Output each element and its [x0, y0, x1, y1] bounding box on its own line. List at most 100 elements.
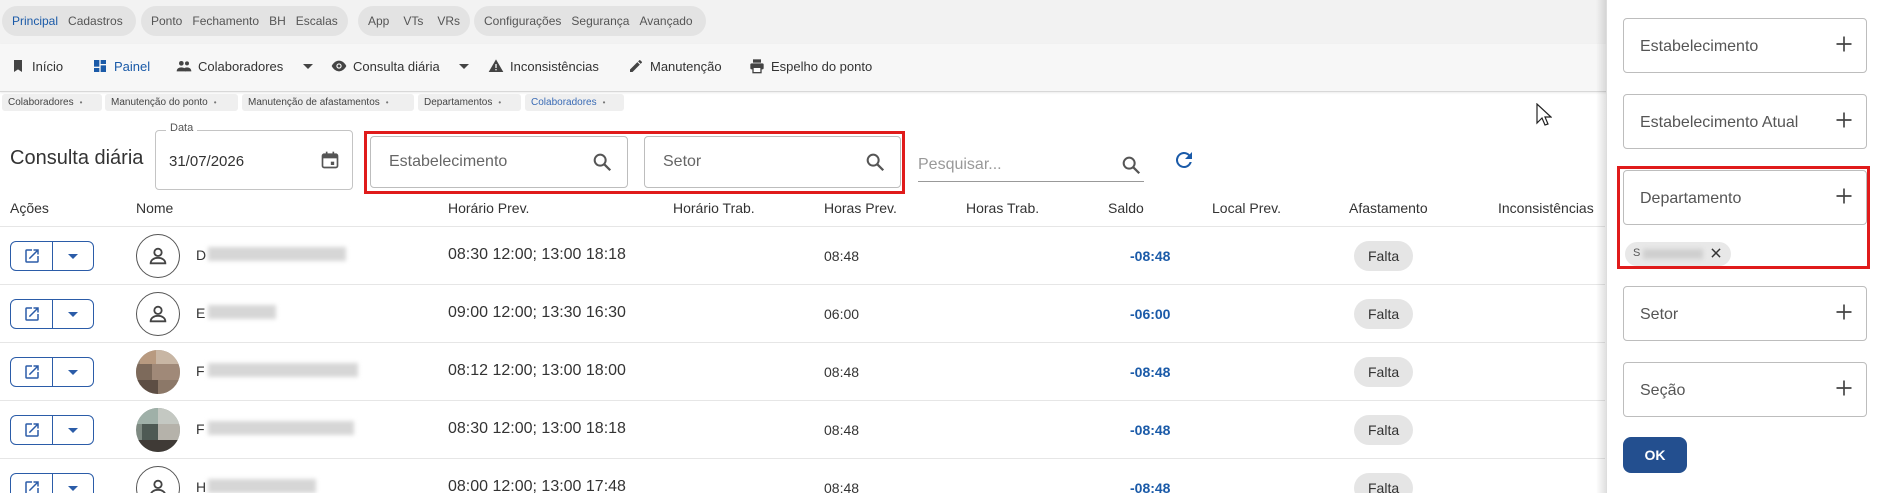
- header-local-prev[interactable]: Local Prev.: [1212, 200, 1281, 216]
- group-item-fechamento[interactable]: Fechamento: [192, 14, 259, 28]
- horas-prev-cell: 08:48: [824, 248, 860, 264]
- eye-icon: [331, 60, 347, 72]
- group-item-configuracoes[interactable]: Configurações: [484, 14, 561, 28]
- chip-close-icon[interactable]: •: [498, 98, 501, 107]
- colaboradores-dropdown-caret[interactable]: [303, 64, 313, 69]
- row-menu-button[interactable]: [53, 474, 93, 493]
- group-item-vts[interactable]: VTs: [403, 14, 423, 28]
- avatar-pixel: [136, 380, 158, 394]
- plus-icon[interactable]: [1834, 110, 1854, 130]
- chip-close-icon[interactable]: •: [386, 98, 389, 107]
- group-configuracoes: Configurações Segurança Avançado: [474, 6, 706, 36]
- header-afastamento[interactable]: Afastamento: [1349, 200, 1428, 216]
- departamento-field[interactable]: Departamento: [1623, 170, 1867, 225]
- ok-button[interactable]: OK: [1623, 437, 1687, 473]
- chip-close-icon[interactable]: •: [214, 98, 217, 107]
- plus-icon[interactable]: [1834, 186, 1854, 206]
- date-value: 31/07/2026: [169, 153, 245, 170]
- menu-colaboradores[interactable]: Colaboradores: [176, 58, 283, 74]
- open-button[interactable]: [11, 474, 53, 493]
- menu-painel-label: Painel: [114, 58, 151, 74]
- horario-prev-cell: 08:30 12:00; 13:00 18:18: [448, 246, 626, 263]
- estabelecimento-panel-field[interactable]: Estabelecimento: [1623, 18, 1867, 73]
- plus-icon[interactable]: [1834, 34, 1854, 54]
- row-menu-button[interactable]: [53, 416, 93, 444]
- open-button[interactable]: [11, 416, 53, 444]
- search-icon[interactable]: [1120, 154, 1142, 176]
- header-nome[interactable]: Nome: [136, 200, 173, 216]
- menu-inconsistencias[interactable]: Inconsistências: [488, 58, 599, 74]
- header-horario-trab[interactable]: Horário Trab.: [673, 200, 755, 216]
- calendar-icon[interactable]: [320, 150, 340, 170]
- plus-icon[interactable]: [1834, 378, 1854, 398]
- refresh-icon[interactable]: [1172, 148, 1196, 172]
- row-menu-button[interactable]: [53, 300, 93, 328]
- open-button[interactable]: [11, 242, 53, 270]
- group-item-vrs[interactable]: VRs: [437, 14, 460, 28]
- estabelecimento-filter[interactable]: Estabelecimento: [370, 136, 628, 188]
- breadcrumb-chip-active[interactable]: Colaboradores •: [525, 94, 624, 111]
- setor-filter[interactable]: Setor: [644, 136, 901, 188]
- group-item-principal[interactable]: Principal: [12, 14, 58, 28]
- secao-field[interactable]: Seção: [1623, 362, 1867, 417]
- setor-panel-field[interactable]: Setor: [1623, 286, 1867, 341]
- group-item-ponto[interactable]: Ponto: [151, 14, 182, 28]
- close-icon[interactable]: [1709, 246, 1723, 260]
- open-button[interactable]: [11, 358, 53, 386]
- chip-close-icon[interactable]: •: [603, 98, 606, 107]
- mouse-cursor-icon: [1536, 103, 1552, 126]
- date-field[interactable]: Data 31/07/2026: [155, 122, 353, 190]
- open-button[interactable]: [11, 300, 53, 328]
- horario-prev-cell: 08:12 12:00; 13:00 18:00: [448, 362, 626, 379]
- row-menu-button[interactable]: [53, 358, 93, 386]
- estabelecimento-atual-label: Estabelecimento Atual: [1640, 114, 1799, 131]
- consulta-dropdown-caret[interactable]: [459, 64, 469, 69]
- group-item-bh[interactable]: BH: [269, 14, 286, 28]
- horas-prev-cell: 08:48: [824, 480, 860, 493]
- group-item-escalas[interactable]: Escalas: [296, 14, 338, 28]
- group-item-cadastros[interactable]: Cadastros: [68, 14, 123, 28]
- breadcrumb-chip[interactable]: Departamentos •: [418, 94, 521, 111]
- redacted-chip-text: [1643, 249, 1703, 259]
- date-label: Data: [166, 122, 198, 134]
- header-horas-prev[interactable]: Horas Prev.: [824, 200, 897, 216]
- open-in-new-icon: [24, 249, 39, 263]
- avatar: [136, 234, 180, 278]
- estabelecimento-atual-field[interactable]: Estabelecimento Atual: [1623, 94, 1867, 149]
- employee-name: D: [196, 247, 207, 263]
- plus-icon[interactable]: [1834, 302, 1854, 322]
- setor-placeholder: Setor: [663, 153, 702, 170]
- group-principal: Principal Cadastros: [2, 6, 136, 36]
- secao-label: Seção: [1640, 382, 1686, 399]
- horario-prev-cell: 08:30 12:00; 13:00 18:18: [448, 420, 626, 437]
- employee-name: E: [196, 305, 206, 321]
- search-icon[interactable]: [591, 151, 613, 173]
- menu-espelho-ponto[interactable]: Espelho do ponto: [749, 58, 872, 74]
- header-horas-trab[interactable]: Horas Trab.: [966, 200, 1039, 216]
- header-horario-prev[interactable]: Horário Prev.: [448, 200, 529, 216]
- header-saldo[interactable]: Saldo: [1108, 200, 1144, 216]
- group-item-app[interactable]: App: [368, 14, 389, 28]
- group-item-avancado[interactable]: Avançado: [639, 14, 692, 28]
- chevron-down-icon: [68, 485, 78, 491]
- breadcrumb-label: Manutenção do ponto: [111, 97, 208, 108]
- afastamento-chip: Falta: [1354, 473, 1414, 493]
- menu-painel[interactable]: Painel: [92, 58, 150, 74]
- redacted-name: [208, 363, 358, 377]
- breadcrumb-chip[interactable]: Manutenção de afastamentos •: [242, 94, 414, 111]
- search-input[interactable]: Pesquisar...: [918, 150, 1144, 182]
- breadcrumb-chip[interactable]: Manutenção do ponto •: [105, 94, 238, 111]
- person-icon: [149, 247, 167, 265]
- chevron-down-icon: [68, 427, 78, 433]
- row-menu-button[interactable]: [53, 242, 93, 270]
- header-inconsistencias[interactable]: Inconsistências: [1498, 200, 1594, 216]
- chip-close-icon[interactable]: •: [80, 98, 83, 107]
- avatar-pixel: [136, 364, 152, 380]
- afastamento-chip: Falta: [1354, 299, 1414, 329]
- group-item-seguranca[interactable]: Segurança: [571, 14, 629, 28]
- menu-inicio[interactable]: Início: [10, 58, 63, 74]
- search-icon[interactable]: [864, 151, 886, 173]
- breadcrumb-chip[interactable]: Colaboradores •: [2, 94, 102, 111]
- menu-manutencao[interactable]: Manutenção: [628, 58, 722, 74]
- menu-consulta-diaria[interactable]: Consulta diária: [331, 58, 440, 74]
